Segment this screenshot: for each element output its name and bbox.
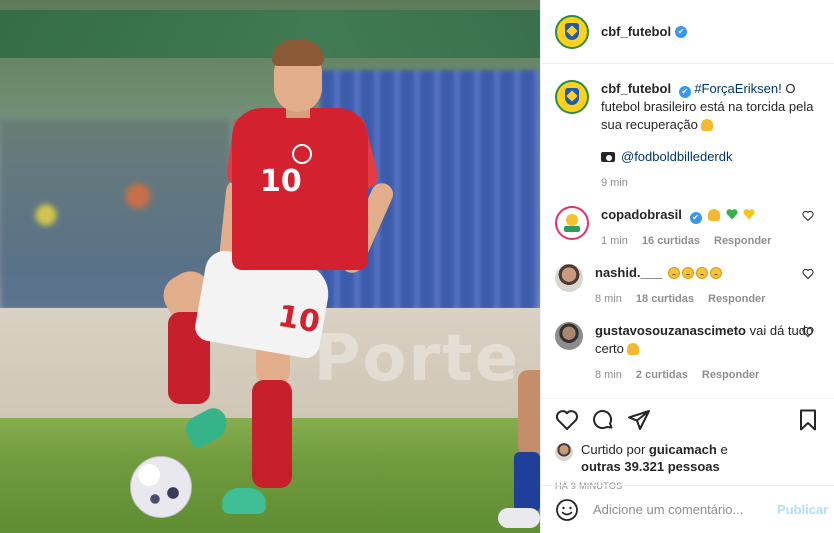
comment-username[interactable]: copadobrasil — [601, 207, 682, 222]
shirt-crest — [292, 144, 312, 164]
comment-like-heart-icon[interactable] — [802, 268, 814, 280]
football — [130, 456, 192, 518]
comment-bubble-icon[interactable] — [591, 408, 615, 432]
comment-likes[interactable]: 2 curtidas — [636, 366, 688, 384]
comment: copadobrasil ✔ 1 min 16 curtidas Respond… — [555, 206, 820, 250]
photo-credit-link[interactable]: @fodboldbillederdk — [621, 149, 733, 164]
caption-avatar[interactable] — [555, 80, 589, 114]
praying-hands-emoji-icon — [708, 209, 721, 221]
praying-hands-emoji-icon — [626, 343, 639, 355]
comment-time[interactable]: 8 min — [595, 366, 622, 384]
player-figure: 10 10 — [156, 40, 397, 530]
player-right-boot — [222, 488, 266, 514]
share-paper-plane-icon[interactable] — [627, 408, 651, 432]
comment-avatar[interactable] — [555, 322, 583, 350]
like-heart-icon[interactable] — [555, 408, 579, 432]
sad-face-emoji-icon — [695, 267, 708, 279]
green-heart-emoji-icon — [726, 209, 738, 220]
caption-hashtag[interactable]: #ForçaEriksen! — [694, 81, 781, 96]
save-bookmark-icon[interactable] — [796, 408, 820, 432]
author-avatar[interactable] — [555, 14, 589, 49]
verified-badge-icon: ✔ — [678, 86, 691, 98]
author-username[interactable]: cbf_futebol — [601, 24, 671, 39]
likes-middle: e — [716, 442, 728, 457]
caption-time[interactable]: 9 min — [601, 174, 628, 192]
comment-like-heart-icon[interactable] — [802, 326, 814, 338]
post-header: cbf_futebol ✔ — [541, 0, 834, 64]
camera-emoji-icon — [601, 152, 615, 162]
caption: cbf_futebol ✔ #ForçaEriksen! O futebol b… — [555, 80, 820, 192]
verified-badge-icon: ✔ — [675, 25, 688, 38]
add-comment-bar: Publicar — [541, 485, 834, 533]
liker-username[interactable]: guicamach — [649, 442, 717, 457]
comment-time[interactable]: 8 min — [595, 290, 622, 308]
comment-likes[interactable]: 16 curtidas — [642, 232, 700, 250]
post-side-panel: cbf_futebol ✔ cbf_futebol ✔ #ForçaErikse… — [540, 0, 834, 533]
opponent-leg — [498, 370, 540, 533]
shorts-number: 10 — [275, 298, 323, 341]
verified-badge-icon: ✔ — [689, 212, 702, 224]
likes-summary: Curtido por guicamach e outras 39.321 pe… — [555, 441, 820, 475]
liker-avatar[interactable] — [555, 443, 573, 461]
comment-time[interactable]: 1 min — [601, 232, 628, 250]
sad-face-emoji-icon — [681, 267, 694, 279]
comment-username[interactable]: gustavosouzanascimeto — [595, 323, 746, 338]
yellow-heart-emoji-icon — [743, 209, 755, 220]
player-right-sock — [252, 380, 292, 488]
comment-username[interactable]: nashid.___ — [595, 265, 662, 280]
comment: gustavosouzanascimeto vai dá tudo certo … — [555, 322, 820, 384]
comment: nashid.___ 8 min 18 curtidas Responder — [555, 264, 820, 308]
post-photo[interactable]: Porte 10 10 — [0, 0, 540, 533]
sad-face-emoji-icon — [667, 267, 680, 279]
publish-button[interactable]: Publicar — [777, 502, 828, 517]
shirt-number: 10 — [260, 164, 302, 199]
comment-avatar[interactable] — [555, 264, 583, 292]
player-hair — [272, 40, 324, 66]
sad-face-emoji-icon — [709, 267, 722, 279]
likes-others-link[interactable]: outras 39.321 pessoas — [581, 459, 720, 474]
emoji-smiley-icon[interactable] — [555, 498, 579, 522]
instagram-post: Porte 10 10 cbf_futebol ✔ cbf_futebol ✔ … — [0, 0, 834, 533]
reply-button[interactable]: Responder — [702, 366, 759, 384]
caption-username[interactable]: cbf_futebol — [601, 81, 671, 96]
comment-avatar[interactable] — [555, 206, 589, 240]
player-left-boot — [181, 403, 233, 451]
comment-input[interactable] — [593, 502, 769, 517]
likes-prefix: Curtido por — [581, 442, 649, 457]
caption-meta: 9 min — [601, 174, 820, 192]
praying-hands-emoji-icon — [700, 119, 713, 131]
comment-likes[interactable]: 18 curtidas — [636, 290, 694, 308]
comment-like-heart-icon[interactable] — [802, 210, 814, 222]
comments-list[interactable]: cbf_futebol ✔ #ForçaEriksen! O futebol b… — [541, 64, 834, 398]
reply-button[interactable]: Responder — [708, 290, 765, 308]
reply-button[interactable]: Responder — [714, 232, 771, 250]
